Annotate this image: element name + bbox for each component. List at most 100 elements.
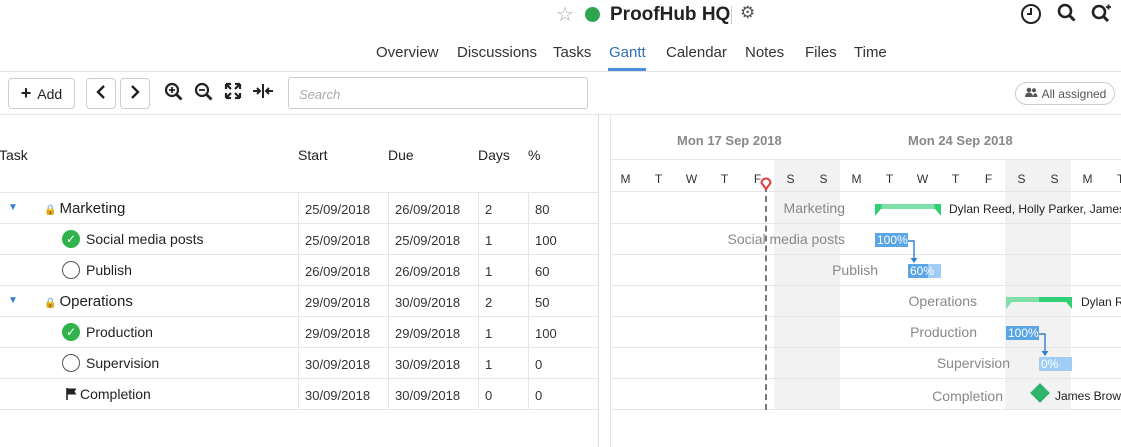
- tab-files[interactable]: Files: [805, 44, 837, 61]
- day-label: W: [685, 172, 698, 186]
- plus-icon: +: [20, 83, 32, 103]
- quick-add-icon[interactable]: [1090, 3, 1112, 31]
- zoom-out-icon[interactable]: [194, 82, 214, 107]
- collapse-icon[interactable]: [252, 82, 274, 105]
- tab-notes[interactable]: Notes: [745, 44, 784, 61]
- percent: 100: [535, 233, 557, 248]
- chevron-left-icon: [95, 85, 107, 102]
- tab-discussions[interactable]: Discussions: [457, 44, 537, 61]
- task-bar-supervision[interactable]: 0%: [1039, 357, 1072, 371]
- gantt-label-supervision: Supervision: [936, 355, 1010, 371]
- task-group-marketing[interactable]: 🔒 Marketing: [44, 200, 125, 217]
- assigned-filter-button[interactable]: All assigned: [1015, 82, 1115, 105]
- column-divider: [528, 192, 529, 409]
- lock-icon: 🔒: [44, 205, 57, 216]
- assigned-filter-label: All assigned: [1041, 86, 1107, 101]
- check-done-icon[interactable]: ✓: [62, 323, 80, 341]
- gantt-row-divider: [610, 409, 1121, 410]
- lock-icon: 🔒: [44, 298, 57, 309]
- gantt-label-social: Social media posts: [727, 231, 845, 247]
- days: 2: [485, 202, 493, 217]
- search-input[interactable]: Search: [288, 77, 588, 109]
- active-tab-indicator: [608, 68, 646, 71]
- task-group-operations[interactable]: 🔒 Operations: [44, 293, 133, 310]
- gantt-label-operations: Operations: [908, 293, 977, 309]
- star-icon[interactable]: ☆: [556, 2, 574, 27]
- day-label: M: [1082, 172, 1093, 186]
- search-icon[interactable]: [1057, 3, 1077, 29]
- tab-tasks[interactable]: Tasks: [553, 44, 591, 61]
- start-date: 29/09/2018: [305, 295, 371, 310]
- gantt-label-completion: Completion: [932, 388, 1003, 404]
- checkbox-open-icon[interactable]: [62, 354, 80, 372]
- task-bar-social[interactable]: 100%: [875, 233, 908, 247]
- due-date: 25/09/2018: [395, 233, 461, 248]
- zoom-in-icon[interactable]: [164, 82, 184, 107]
- check-done-icon[interactable]: ✓: [62, 230, 80, 248]
- row-divider: [0, 223, 598, 224]
- due-date: 26/09/2018: [395, 264, 461, 279]
- tab-overview[interactable]: Overview: [376, 44, 439, 61]
- assignees-marketing: Dylan Reed, Holly Parker, James B: [949, 202, 1121, 216]
- column-divider: [478, 192, 479, 409]
- caret-down-icon[interactable]: ▼: [8, 295, 18, 306]
- row-divider: [0, 347, 598, 348]
- day-label: S: [1017, 172, 1026, 186]
- row-divider: [0, 409, 598, 410]
- due-date: 30/09/2018: [395, 388, 461, 403]
- due-date: 30/09/2018: [395, 295, 461, 310]
- task-bar-publish[interactable]: 60%: [908, 264, 941, 278]
- week-label: Mon 24 Sep 2018: [908, 133, 1013, 148]
- next-button[interactable]: [120, 78, 150, 109]
- prev-button[interactable]: [86, 78, 116, 109]
- days: 1: [485, 326, 493, 341]
- task-name: Operations: [59, 293, 133, 310]
- tab-calendar[interactable]: Calendar: [666, 44, 727, 61]
- task-name[interactable]: Publish: [86, 262, 132, 278]
- chevron-right-icon: [129, 85, 141, 102]
- day-label: S: [1050, 172, 1059, 186]
- add-button[interactable]: + Add: [8, 78, 75, 109]
- task-bar-production[interactable]: 100%: [1006, 326, 1039, 340]
- days: 1: [485, 357, 493, 372]
- gantt-label-marketing: Marketing: [783, 200, 845, 216]
- tab-time[interactable]: Time: [854, 44, 887, 61]
- gantt-row-divider: [610, 316, 1121, 317]
- today-line: [765, 186, 767, 410]
- task-name[interactable]: Production: [86, 324, 153, 340]
- day-label: S: [819, 172, 828, 186]
- tab-gantt[interactable]: Gantt: [609, 44, 646, 61]
- task-name[interactable]: Supervision: [86, 355, 159, 371]
- project-title[interactable]: ProofHub HQ: [610, 4, 730, 26]
- title-divider: [731, 6, 732, 24]
- percent: 50: [535, 295, 550, 310]
- checkbox-open-icon[interactable]: [62, 261, 80, 279]
- column-task[interactable]: Task: [0, 147, 28, 163]
- column-due[interactable]: Due: [388, 147, 414, 163]
- caret-down-icon[interactable]: ▼: [8, 202, 18, 213]
- gantt-header-divider: [610, 159, 1121, 160]
- day-label: S: [786, 172, 795, 186]
- day-label: F: [984, 172, 993, 186]
- gear-icon[interactable]: ⚙: [740, 3, 755, 23]
- expand-icon[interactable]: [224, 82, 242, 105]
- due-date: 30/09/2018: [395, 357, 461, 372]
- column-start[interactable]: Start: [298, 147, 328, 163]
- column-percent[interactable]: %: [528, 147, 540, 163]
- start-date: 30/09/2018: [305, 357, 371, 372]
- row-divider: [0, 254, 598, 255]
- due-date: 29/09/2018: [395, 326, 461, 341]
- clock-icon[interactable]: [1020, 3, 1042, 31]
- column-days[interactable]: Days: [478, 147, 510, 163]
- task-name[interactable]: Completion: [80, 386, 151, 402]
- week-label: Mon 17 Sep 2018: [677, 133, 782, 148]
- gantt-row-divider: [610, 223, 1121, 224]
- pane-divider: [598, 114, 599, 447]
- days: 1: [485, 233, 493, 248]
- task-name[interactable]: Social media posts: [86, 231, 204, 247]
- day-label: T: [1116, 172, 1121, 186]
- start-date: 26/09/2018: [305, 264, 371, 279]
- gantt-row-divider: [610, 254, 1121, 255]
- day-label: T: [654, 172, 663, 186]
- day-label: M: [851, 172, 862, 186]
